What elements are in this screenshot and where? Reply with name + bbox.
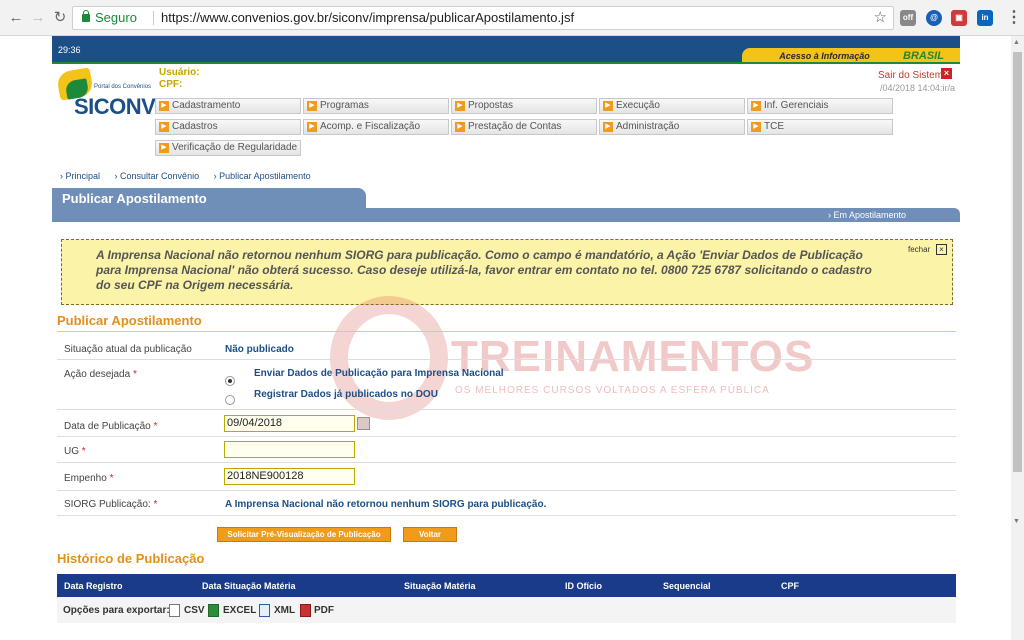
column-sequencial[interactable]: Sequencial (663, 581, 711, 591)
menu-cadastros[interactable]: ▶ Cadastros (155, 119, 301, 135)
close-icon[interactable]: × (936, 244, 947, 255)
column-id-oficio[interactable]: ID Ofício (565, 581, 602, 591)
export-pdf[interactable]: PDF (314, 605, 334, 616)
address-bar[interactable]: Seguro https://www.convenios.gov.br/sico… (72, 6, 894, 30)
menu-acomp-fiscalizacao[interactable]: ▶ Acomp. e Fiscalização (303, 119, 449, 135)
logout-icon[interactable]: × (941, 68, 952, 79)
lock-icon (82, 10, 90, 22)
arrow-right-icon: ▶ (603, 101, 613, 111)
back-icon[interactable]: ← (8, 10, 24, 26)
column-situacao-materia[interactable]: Situação Matéria (404, 581, 476, 591)
forward-icon[interactable]: → (30, 10, 46, 26)
form-row-acao: Ação desejada * Enviar Dados de Publicaç… (57, 360, 956, 410)
logout-link[interactable]: Sair do Sistema (878, 70, 949, 81)
arrow-right-icon: ▶ (603, 122, 613, 132)
voltar-button[interactable]: Voltar (403, 527, 457, 542)
arrow-right-icon: ▶ (455, 101, 465, 111)
scroll-up-icon[interactable]: ▲ (1013, 39, 1020, 46)
radio-label-registrar[interactable]: Registrar Dados já publicados no DOU (254, 389, 438, 400)
export-csv[interactable]: CSV (184, 605, 205, 616)
export-xml[interactable]: XML (274, 605, 295, 616)
breadcrumb-principal[interactable]: › Principal (60, 171, 106, 181)
export-bar: Opções para exportar: CSV EXCEL XML PDF (57, 597, 956, 623)
form-row-ug: UG * (57, 437, 956, 463)
extension-icon[interactable]: off (900, 10, 916, 26)
xml-icon[interactable] (259, 604, 270, 617)
arrow-right-icon: ▶ (751, 122, 761, 132)
column-data-registro[interactable]: Data Registro (64, 581, 123, 591)
menu-prestacao-contas[interactable]: ▶ Prestação de Contas (451, 119, 597, 135)
scroll-down-icon[interactable]: ▼ (1013, 518, 1020, 525)
radio-enviar-dados[interactable] (225, 376, 235, 386)
alert-message: A Imprensa Nacional não retornou nenhum … (96, 248, 872, 292)
column-cpf[interactable]: CPF (781, 581, 799, 591)
url-text: https://www.convenios.gov.br/siconv/impr… (161, 10, 575, 25)
arrow-right-icon: ▶ (307, 122, 317, 132)
menu-propostas[interactable]: ▶ Propostas (451, 98, 597, 114)
empenho-input[interactable]: 2018NE900128 (224, 468, 355, 485)
scrollbar[interactable]: ▲ ▼ (1011, 36, 1024, 640)
column-data-situacao[interactable]: Data Situação Matéria (202, 581, 296, 591)
secure-label: Seguro (95, 10, 137, 25)
status-link[interactable]: › Em Apostilamento (828, 210, 906, 220)
menu-programas[interactable]: ▶ Programas (303, 98, 449, 114)
close-alert-label[interactable]: fechar (908, 245, 930, 254)
ug-input[interactable] (224, 441, 355, 458)
excel-icon[interactable] (208, 604, 219, 617)
calendar-icon[interactable] (357, 417, 370, 430)
menu-tce[interactable]: ▶ TCE (747, 119, 893, 135)
bookmark-star-icon[interactable]: ☆ (874, 7, 887, 29)
arrow-right-icon: ▶ (307, 101, 317, 111)
usuario-label: Usuário: (159, 67, 200, 78)
csv-icon[interactable] (169, 604, 180, 617)
preview-button[interactable]: Solicitar Pré-Visualização de Publicação (217, 527, 391, 542)
form-row-situacao: Situação atual da publicação Não publica… (57, 338, 956, 360)
siconv-logo[interactable]: Portal dos Convênios SICONV (54, 67, 156, 120)
arrow-right-icon: ▶ (159, 101, 169, 111)
linkedin-icon[interactable]: in (977, 10, 993, 26)
situacao-value: Não publicado (225, 344, 294, 355)
form-row-siorg: SIORG Publicação: * A Imprensa Nacional … (57, 491, 956, 516)
cpf-label: CPF: (159, 79, 183, 90)
section-title-historico: Histórico de Publicação (57, 551, 205, 566)
section-title-publicar: Publicar Apostilamento (57, 313, 202, 328)
breadcrumb-consultar-convenio[interactable]: › Consultar Convênio (115, 171, 206, 181)
menu-administracao[interactable]: ▶ Administração (599, 119, 745, 135)
page-title: Publicar Apostilamento (52, 188, 366, 209)
menu-verificacao-regularidade[interactable]: ▶ Verificação de Regularidade (155, 140, 301, 156)
form-row-empenho: Empenho * 2018NE900128 (57, 463, 956, 491)
extension-icon[interactable]: @ (926, 10, 942, 26)
arrow-right-icon: ▶ (751, 101, 761, 111)
radio-registrar-dados[interactable] (225, 395, 235, 405)
arrow-right-icon: ▶ (455, 122, 465, 132)
session-clock: 29:36 (58, 45, 81, 55)
alert-box: A Imprensa Nacional não retornou nenhum … (61, 239, 953, 305)
menu-inf-gerenciais[interactable]: ▶ Inf. Gerenciais (747, 98, 893, 114)
data-publicacao-input[interactable]: 09/04/2018 (224, 415, 355, 432)
pdf-icon[interactable] (300, 604, 311, 617)
breadcrumb-publicar-apostilamento: › Publicar Apostilamento (213, 171, 311, 181)
arrow-right-icon: ▶ (159, 122, 169, 132)
login-datetime: /04/2018 14:04:ir/a (880, 83, 956, 93)
reload-icon[interactable]: ↻ (52, 10, 68, 26)
browser-toolbar: ← → ↻ Seguro https://www.convenios.gov.b… (0, 0, 1024, 36)
breadcrumb: › Principal › Consultar Convênio › Publi… (60, 171, 323, 181)
gov-top-bar: 29:36 Acesso à Informação BRASIL (52, 36, 960, 64)
arrow-right-icon: ▶ (159, 143, 169, 153)
siorg-value: A Imprensa Nacional não retornou nenhum … (225, 499, 547, 510)
export-excel[interactable]: EXCEL (223, 605, 256, 616)
menu-execucao[interactable]: ▶ Execução (599, 98, 745, 114)
form-row-data: Data de Publicação * 09/04/2018 (57, 410, 956, 437)
menu-cadastramento[interactable]: ▶ Cadastramento (155, 98, 301, 114)
browser-menu-icon[interactable]: ⋮ (1006, 10, 1022, 26)
scroll-thumb[interactable] (1013, 52, 1022, 472)
radio-label-enviar[interactable]: Enviar Dados de Publicação para Imprensa… (254, 368, 504, 379)
extension-icon[interactable]: ▣ (951, 10, 967, 26)
history-table-header: Data Registro Data Situação Matéria Situ… (57, 574, 956, 597)
